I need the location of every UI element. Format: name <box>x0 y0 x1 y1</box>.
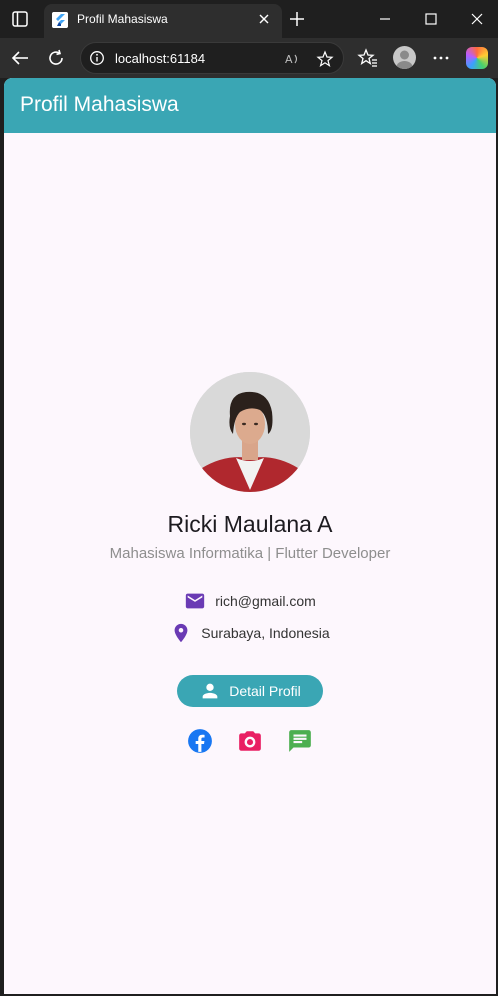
browser-tabstrip: Profil Mahasiswa <box>0 0 498 38</box>
browser-toolbar: localhost:61184 A <box>0 38 498 78</box>
profile-subtitle: Mahasiswa Informatika | Flutter Develope… <box>109 545 391 562</box>
profile-avatar-icon[interactable] <box>393 46 416 69</box>
more-options-icon[interactable] <box>430 47 452 69</box>
chat-icon[interactable] <box>287 728 313 754</box>
close-tab-icon[interactable] <box>256 11 272 27</box>
address-text: localhost:61184 <box>115 51 206 66</box>
back-icon[interactable] <box>9 47 31 69</box>
facebook-icon[interactable] <box>187 728 213 754</box>
profile-photo <box>190 372 310 492</box>
detail-profile-label: Detail Profil <box>229 683 301 699</box>
flutter-favicon-icon <box>52 12 68 28</box>
site-info-icon[interactable] <box>89 50 105 66</box>
tab-title: Profil Mahasiswa <box>77 12 168 26</box>
app-bar: Profil Mahasiswa <box>4 78 496 133</box>
refresh-icon[interactable] <box>45 47 67 69</box>
email-text: rich@gmail.com <box>215 593 316 609</box>
location-row: Surabaya, Indonesia <box>4 621 496 645</box>
tab-actions-icon[interactable] <box>10 9 30 29</box>
minimize-icon[interactable] <box>374 8 396 30</box>
favorites-icon[interactable] <box>357 47 379 69</box>
maximize-icon[interactable] <box>420 8 442 30</box>
camera-icon[interactable] <box>237 728 263 754</box>
svg-text:A: A <box>285 53 293 66</box>
browser-tab[interactable]: Profil Mahasiswa <box>44 4 282 38</box>
read-aloud-icon[interactable]: A <box>284 50 302 68</box>
copilot-icon[interactable] <box>466 47 488 69</box>
location-pin-icon <box>174 623 188 643</box>
address-bar[interactable]: localhost:61184 A <box>80 42 344 74</box>
location-text: Surabaya, Indonesia <box>201 625 330 641</box>
app-bar-title: Profil Mahasiswa <box>20 93 179 116</box>
email-row: rich@gmail.com <box>4 589 496 613</box>
email-icon <box>186 593 205 609</box>
close-window-icon[interactable] <box>466 8 488 30</box>
profile-name: Ricki Maulana A <box>167 511 333 537</box>
detail-profile-button[interactable]: Detail Profil <box>177 675 323 707</box>
person-icon <box>202 683 218 699</box>
app-viewport: Profil Mahasiswa Ricki Maulana A Mahasis… <box>4 78 496 994</box>
new-tab-icon[interactable] <box>288 10 306 28</box>
favorite-star-icon[interactable] <box>316 50 334 68</box>
